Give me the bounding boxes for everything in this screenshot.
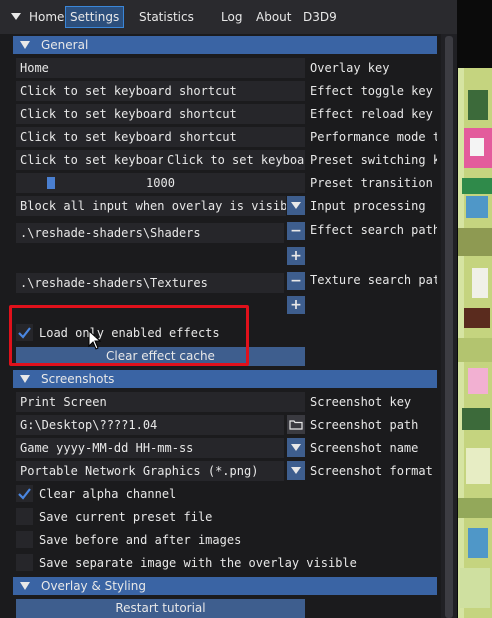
mouse-cursor-icon [88, 330, 102, 350]
menu-log[interactable]: Log [218, 8, 245, 26]
checkmark-icon [18, 488, 31, 500]
remove-texture-path-button[interactable]: − [287, 272, 305, 290]
scrollbar-thumb[interactable] [445, 36, 453, 618]
save-before-after-checkbox[interactable] [16, 531, 33, 548]
input-processing-label: Input processing [310, 199, 426, 213]
overlay-styling-title: Overlay & Styling [41, 579, 146, 593]
browse-folder-button[interactable] [287, 415, 305, 434]
reshade-window: Home Settings Statistics Log About D3D9 … [0, 0, 457, 618]
input-processing-dropdown-button[interactable] [287, 196, 305, 215]
overlay-key-label: Overlay key [310, 61, 390, 75]
screenshot-format-label: Screenshot format [310, 464, 433, 478]
clear-alpha-checkbox[interactable] [16, 485, 33, 502]
preset-switching-key-label: Preset switching k [310, 153, 437, 167]
slider-grab-handle[interactable] [47, 177, 55, 189]
menu-home[interactable]: Home [26, 8, 67, 26]
preset-next-key-field[interactable]: Click to set keyboar [16, 150, 163, 170]
general-header[interactable]: General [13, 36, 437, 54]
clear-effect-cache-button[interactable]: Clear effect cache [16, 347, 305, 366]
load-only-enabled-label: Load only enabled effects [39, 326, 220, 340]
screenshot-path-field[interactable]: G:\Desktop\????1.04 [16, 415, 284, 435]
effect-reload-key-label: Effect reload key [310, 107, 433, 121]
performance-mode-key-field[interactable]: Click to set keyboard shortcut [16, 127, 305, 147]
save-before-after-label: Save before and after images [39, 533, 242, 547]
screenshot-name-dropdown-button[interactable] [287, 438, 305, 457]
effect-toggle-key-label: Effect toggle key [310, 84, 433, 98]
menu-settings[interactable]: Settings [65, 6, 125, 28]
screenshot-name-field[interactable]: Game yyyy-MM-dd HH-mm-ss [16, 438, 284, 458]
screenshots-header[interactable]: Screenshots [13, 370, 437, 388]
background-dark-area [457, 0, 492, 68]
add-effect-path-button[interactable]: + [287, 247, 305, 265]
effect-search-path-field[interactable]: .\reshade-shaders\Shaders [16, 223, 284, 243]
remove-effect-path-button[interactable]: − [287, 222, 305, 240]
collapse-arrow-icon [20, 375, 30, 383]
save-preset-label: Save current preset file [39, 510, 213, 524]
texture-search-path-field[interactable]: .\reshade-shaders\Textures [16, 273, 284, 293]
load-only-enabled-checkbox[interactable] [16, 324, 33, 341]
collapse-arrow-icon [20, 582, 30, 590]
screenshot-format-select[interactable]: Portable Network Graphics (*.png) [16, 461, 284, 481]
game-background [458, 68, 492, 618]
overlay-styling-header[interactable]: Overlay & Styling [13, 577, 437, 595]
screenshot-key-label: Screenshot key [310, 395, 412, 409]
checkmark-icon [18, 327, 31, 339]
save-preset-checkbox[interactable] [16, 508, 33, 525]
menu-statistics[interactable]: Statistics [136, 8, 197, 26]
folder-icon [289, 420, 303, 430]
overlay-key-field[interactable]: Home [16, 58, 305, 78]
preset-transition-value: 1000 [146, 176, 175, 190]
restart-tutorial-button[interactable]: Restart tutorial [16, 599, 305, 618]
collapse-arrow-icon [20, 41, 30, 49]
screenshot-path-label: Screenshot path [310, 418, 419, 432]
menu-d3d9[interactable]: D3D9 [300, 8, 340, 26]
clear-alpha-label: Clear alpha channel [39, 487, 177, 501]
effect-reload-key-field[interactable]: Click to set keyboard shortcut [16, 104, 305, 124]
input-processing-select[interactable]: Block all input when overlay is visibl [16, 196, 286, 216]
menu-about[interactable]: About [253, 8, 294, 26]
general-title: General [41, 38, 89, 52]
menu-bar: Home Settings Statistics Log About D3D9 [0, 0, 457, 34]
preset-previous-key-field[interactable]: Click to set keyboar [163, 150, 305, 170]
add-texture-path-button[interactable]: + [287, 296, 305, 314]
texture-search-path-label: Texture search pat [310, 273, 437, 287]
screenshots-title: Screenshots [41, 372, 115, 386]
save-separate-label: Save separate image with the overlay vis… [39, 556, 357, 570]
effect-toggle-key-field[interactable]: Click to set keyboard shortcut [16, 81, 305, 101]
screenshot-format-dropdown-button[interactable] [287, 461, 305, 480]
screenshot-key-field[interactable]: Print Screen [16, 392, 305, 412]
performance-mode-key-label: Performance mode t [310, 130, 437, 144]
chevron-down-icon [291, 202, 301, 209]
collapse-window-icon[interactable] [9, 9, 23, 23]
chevron-down-icon [291, 444, 301, 451]
save-separate-checkbox[interactable] [16, 554, 33, 571]
screenshot-name-label: Screenshot name [310, 441, 419, 455]
preset-transition-label: Preset transition [310, 176, 433, 190]
effect-search-path-label: Effect search path [310, 223, 437, 237]
chevron-down-icon [291, 467, 301, 474]
preset-transition-slider[interactable]: 1000 [16, 173, 305, 193]
